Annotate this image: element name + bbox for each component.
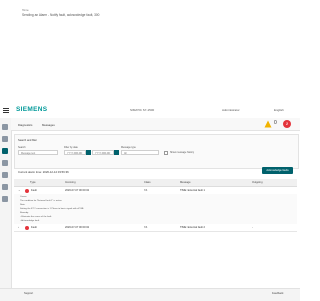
row-type: Fault [31,226,37,229]
data-logs-icon[interactable] [2,172,8,178]
user-icon[interactable] [2,184,8,190]
acknowledge-button[interactable]: Acknowledge faults [262,167,293,174]
filter-title[interactable]: Search and filter [18,139,37,142]
date-label: Filter by date [64,146,78,149]
search-input[interactable]: Message text [18,150,58,155]
row-class: 7A [144,226,148,229]
language-select[interactable]: English [274,108,284,112]
chevron-down-icon[interactable]: ⌄ [18,188,21,192]
alarm-icon[interactable] [2,148,8,154]
search-label: Search [18,146,26,149]
detail-line: Setting the ET 2 connection is 1 Phase t… [20,208,85,210]
col-type[interactable]: Type [30,181,36,184]
row-message: TIME: External fault 1 [180,189,205,192]
device-name: SIMATIC S7-1500 [130,108,155,112]
detail-line: - Acknowledge fault. [20,220,40,222]
col-outgoing[interactable]: Outgoing [252,181,263,184]
row-incoming: 2026-07-07 00:00:02 [65,189,90,192]
date-to-input[interactable]: YYYY-MM-DD [92,150,114,155]
detail-line: Cause: [20,196,27,198]
error-icon [25,225,29,230]
table-row[interactable] [14,224,297,232]
date-from-input[interactable]: YYYY-MM-DD [64,150,86,155]
type-label: Message type [121,146,136,149]
warning-icon [264,120,272,128]
row-outgoing: - [252,226,253,229]
error-count-badge[interactable]: 2 [283,120,291,128]
history-label: Show message history [170,151,195,154]
history-checkbox[interactable] [164,150,168,155]
siemens-logo: SIEMENS [16,106,48,113]
breadcrumb-messages[interactable]: Messages [42,123,55,127]
window-title: Sending an Alarm - Notify fault, acknowl… [22,13,100,17]
col-message[interactable]: Message [180,181,191,184]
settings-icon[interactable] [2,196,8,202]
breadcrumb-diagnostics[interactable]: Diagnostics [18,123,32,127]
user-menu[interactable]: Administrator [222,108,240,112]
footer [0,288,300,301]
diagnostics-icon[interactable] [2,160,8,166]
row-type: Fault [31,189,37,192]
detail-line: Note: [20,204,26,206]
col-class[interactable]: Class [144,181,151,184]
error-icon [25,188,29,193]
row-message: TIME: External fault 2 [180,226,205,229]
detail-line: The condition for "External fault 1" is … [20,200,63,202]
detail-line: - Eliminate the cause of the fault. [20,216,52,218]
feedback-link[interactable]: Feedback [272,292,283,295]
calendar-to-icon[interactable] [114,150,119,155]
detail-line: Remedy: [20,212,29,214]
station-icon[interactable] [2,136,8,142]
type-select[interactable]: All [121,150,159,155]
top-label: Home [22,9,29,12]
calendar-from-icon[interactable] [86,150,91,155]
chevron-right-icon[interactable]: › [18,225,19,229]
row-incoming: 2026-07-07 00:00:02 [65,226,90,229]
warning-count: 0 [274,120,277,126]
home-icon[interactable] [2,124,8,130]
col-incoming[interactable]: Incoming [65,181,76,184]
row-class: 7A [144,189,148,192]
current-alarm-time: Current alarm time: 2026-12-12 03:56:36 [18,170,69,174]
menu-icon[interactable] [3,108,9,113]
sidebar [0,118,12,288]
support-link[interactable]: Support [24,292,33,295]
